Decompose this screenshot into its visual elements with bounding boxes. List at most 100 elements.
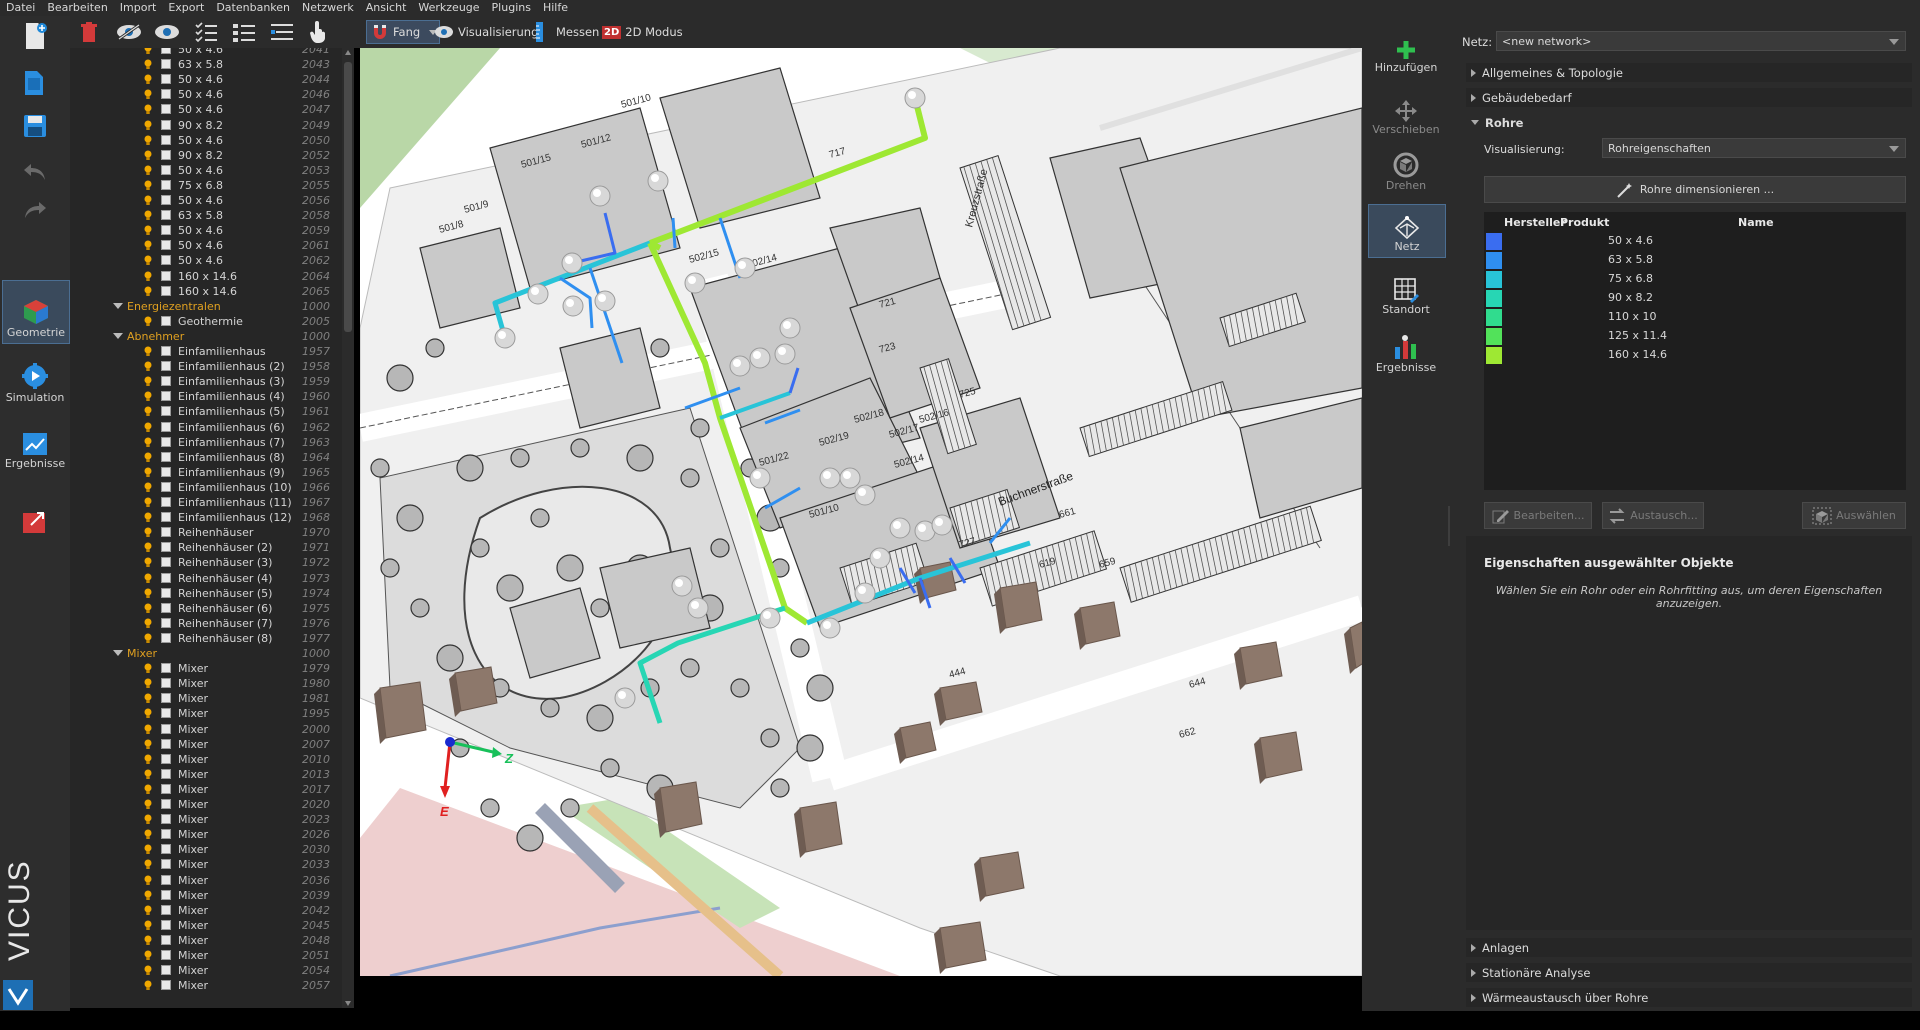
visibility-checkbox[interactable] <box>161 678 171 689</box>
tree-item[interactable]: Mixer 2042 <box>70 903 342 918</box>
tree-item[interactable]: Mixer 2013 <box>70 767 342 782</box>
lightbulb-icon[interactable] <box>144 557 152 568</box>
mode-ergebnisse[interactable]: Ergebnisse <box>2 412 68 474</box>
visibility-checkbox[interactable] <box>161 436 171 447</box>
exchange-button[interactable]: Austausch... <box>1602 502 1704 529</box>
section-anlagen[interactable]: Anlagen <box>1466 938 1912 957</box>
tree-item[interactable]: Mixer 2051 <box>70 948 342 963</box>
scene-viewport[interactable]: 501/12 501/15 501/10 501/9 501/8 502/15 502/14… <box>360 48 1362 976</box>
lightbulb-icon[interactable] <box>144 875 152 885</box>
consumer-node[interactable] <box>904 87 926 109</box>
tree-item[interactable]: Reihenhäuser 1970 <box>70 525 342 540</box>
lightbulb-icon[interactable] <box>144 225 152 236</box>
lightbulb-icon[interactable] <box>144 482 152 492</box>
consumer-node[interactable] <box>854 484 876 506</box>
lightbulb-icon[interactable] <box>144 271 152 281</box>
tree-item[interactable]: Einfamilienhaus (11) 1967 <box>70 495 342 510</box>
pipe-table-row[interactable]: 75 x 6.8 <box>1484 270 1906 289</box>
lightbulb-icon[interactable] <box>144 180 152 190</box>
tree-item[interactable]: Geothermie 2005 <box>70 314 342 329</box>
tree-item[interactable]: Reihenhäuser (4) 1973 <box>70 571 342 586</box>
consumer-node[interactable] <box>671 575 693 597</box>
lightbulb-icon[interactable] <box>144 618 152 628</box>
visibility-checkbox[interactable] <box>161 542 171 553</box>
visibility-checkbox[interactable] <box>161 134 171 145</box>
consumer-node[interactable] <box>931 514 953 536</box>
dimension-pipes-button[interactable]: Rohre dimensionieren ... <box>1484 176 1906 203</box>
tree-item[interactable]: 63 x 5.8 2058 <box>70 208 342 223</box>
tree-group[interactable]: Abnehmer 1000 <box>70 329 342 344</box>
lightbulb-icon[interactable] <box>144 905 152 915</box>
visibility-checkbox[interactable] <box>161 874 171 885</box>
pipe-table[interactable]: Hersteller Produkt Name 50 x 4.6 63 x 5.8… <box>1484 212 1906 490</box>
visualisierung-toggle[interactable]: Visualisierung <box>434 20 538 44</box>
expand-arrow-icon[interactable] <box>113 302 123 309</box>
tree-item[interactable]: 50 x 4.6 2044 <box>70 72 342 87</box>
tree-item[interactable]: 160 x 14.6 2065 <box>70 284 342 299</box>
visibility-checkbox[interactable] <box>161 934 171 945</box>
tree-item[interactable]: 50 x 4.6 2061 <box>70 238 342 253</box>
consumer-node[interactable] <box>687 597 709 619</box>
tree-item[interactable]: 63 x 5.8 2043 <box>70 57 342 72</box>
lightbulb-icon[interactable] <box>144 467 152 477</box>
tree-item[interactable]: Mixer 2023 <box>70 812 342 827</box>
hide-button[interactable] <box>116 20 142 44</box>
consumer-node[interactable] <box>779 317 801 339</box>
new-file-icon[interactable] <box>18 20 52 52</box>
move-button[interactable]: Verschieben <box>1368 84 1444 140</box>
lightbulb-icon[interactable] <box>144 497 152 507</box>
pipe-table-row[interactable]: 50 x 4.6 <box>1484 232 1906 251</box>
lightbulb-icon[interactable] <box>144 210 152 221</box>
tree-item[interactable]: Einfamilienhaus (12) 1968 <box>70 510 342 525</box>
tree-item[interactable]: Mixer 2054 <box>70 963 342 978</box>
pipe-table-row[interactable]: 110 x 10 <box>1484 308 1906 327</box>
lightbulb-icon[interactable] <box>144 663 152 674</box>
visibility-checkbox[interactable] <box>161 225 171 236</box>
lightbulb-icon[interactable] <box>144 104 152 115</box>
section-waermeaustausch[interactable]: Wärmeaustausch über Rohre <box>1466 988 1912 1007</box>
tree-item[interactable]: Mixer 1980 <box>70 676 342 691</box>
rotate-button[interactable]: Drehen <box>1368 140 1444 196</box>
lightbulb-icon[interactable] <box>144 406 152 417</box>
tree-item[interactable]: Mixer 2007 <box>70 737 342 752</box>
tree-item[interactable]: Einfamilienhaus (4) 1960 <box>70 389 342 404</box>
consumer-node[interactable] <box>774 343 796 365</box>
lightbulb-icon[interactable] <box>144 346 152 356</box>
scroll-up-icon[interactable] <box>345 50 351 55</box>
tree-group[interactable]: Energiezentralen 1000 <box>70 299 342 314</box>
tree-item[interactable]: 50 x 4.6 2041 <box>70 48 342 57</box>
visibility-checkbox[interactable] <box>161 315 171 326</box>
lightbulb-icon[interactable] <box>144 165 152 175</box>
visibility-checkbox[interactable] <box>161 768 171 779</box>
consumer-node[interactable] <box>749 467 771 489</box>
visibility-checkbox[interactable] <box>161 119 171 130</box>
consumer-node[interactable] <box>494 327 516 349</box>
visibility-checkbox[interactable] <box>161 799 171 809</box>
lightbulb-icon[interactable] <box>144 935 152 945</box>
lightbulb-icon[interactable] <box>144 150 152 160</box>
visibility-checkbox[interactable] <box>161 965 171 976</box>
undo-icon[interactable] <box>18 156 52 188</box>
consumer-node[interactable] <box>749 347 771 369</box>
visibility-checkbox[interactable] <box>161 74 171 85</box>
tree-item[interactable]: 50 x 4.6 2050 <box>70 133 342 148</box>
consumer-node[interactable] <box>729 355 751 377</box>
tree-item[interactable]: 50 x 4.6 2056 <box>70 193 342 208</box>
lightbulb-icon[interactable] <box>144 240 152 251</box>
lightbulb-icon[interactable] <box>144 965 152 976</box>
lightbulb-icon[interactable] <box>144 48 152 54</box>
visibility-checkbox[interactable] <box>161 904 171 915</box>
redo-icon[interactable] <box>18 194 52 226</box>
lightbulb-icon[interactable] <box>144 195 152 205</box>
tree-item[interactable]: Mixer 2020 <box>70 797 342 812</box>
visibility-checkbox[interactable] <box>161 285 171 296</box>
lightbulb-icon[interactable] <box>144 361 152 372</box>
tree-item[interactable]: Mixer 2030 <box>70 842 342 857</box>
visibility-checkbox[interactable] <box>161 693 171 704</box>
tree-item[interactable]: Mixer 2026 <box>70 827 342 842</box>
select-cursor-button[interactable] <box>308 20 328 44</box>
visibility-checkbox[interactable] <box>161 195 171 205</box>
network-select[interactable]: <new network> <box>1496 31 1906 51</box>
checklist-button[interactable] <box>194 20 218 44</box>
visibility-checkbox[interactable] <box>161 149 171 160</box>
